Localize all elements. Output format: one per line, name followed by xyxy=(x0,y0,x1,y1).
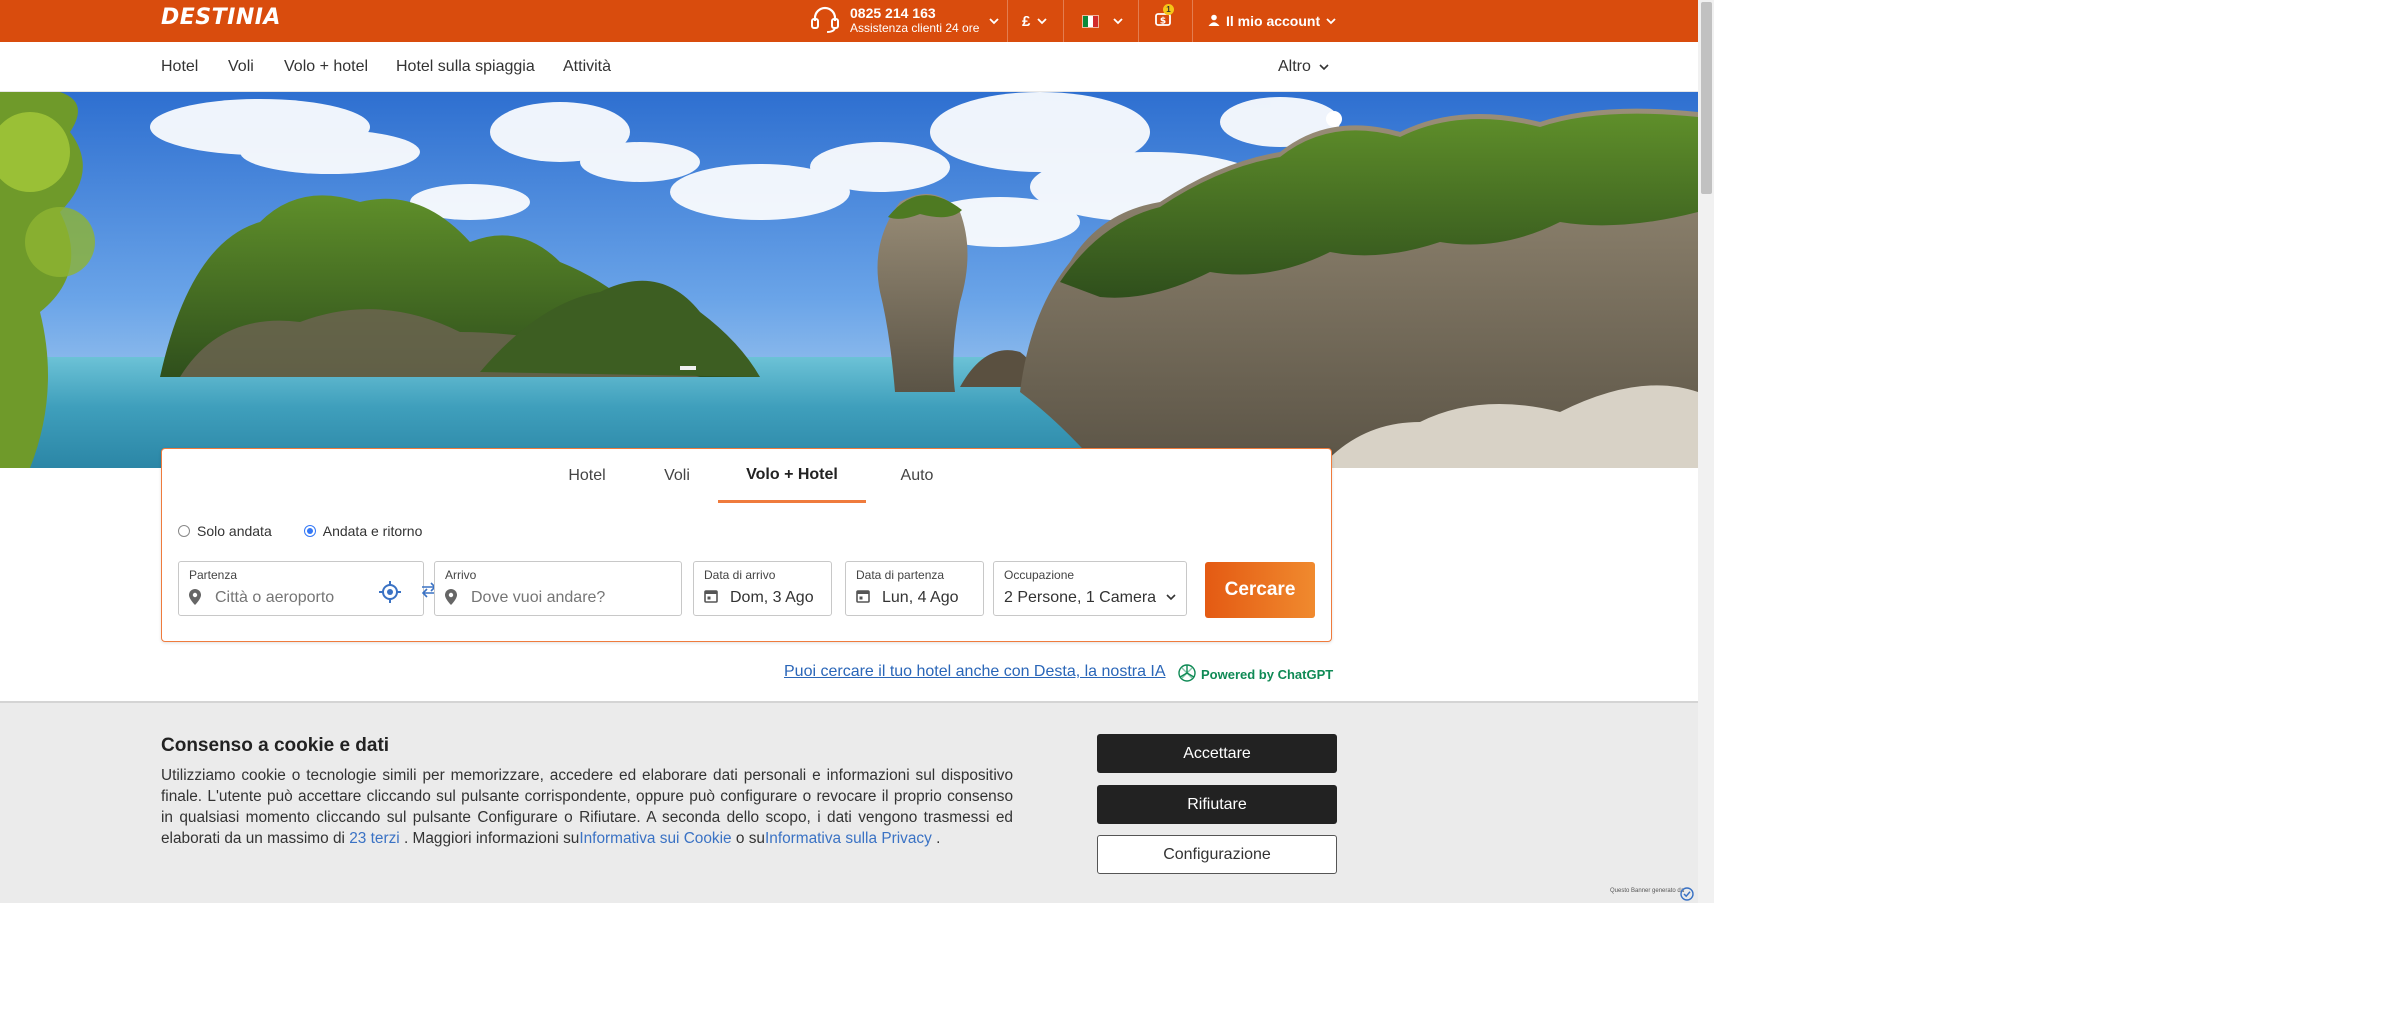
cookie-body-3: o su xyxy=(735,830,765,847)
search-panel: Hotel Voli Volo + Hotel Auto Solo andata… xyxy=(161,448,1332,642)
divider xyxy=(1138,0,1139,42)
reject-cookies-button[interactable]: Rifiutare xyxy=(1097,785,1337,824)
third-parties-link[interactable]: 23 terzi xyxy=(349,830,399,847)
radio-round-trip[interactable]: Andata e ritorno xyxy=(303,523,423,539)
nav-item-volo-hotel[interactable]: Volo + hotel xyxy=(284,42,368,92)
tab-volo-hotel[interactable]: Volo + Hotel xyxy=(718,449,866,503)
nav-item-voli[interactable]: Voli xyxy=(228,42,254,92)
chevron-down-icon xyxy=(1326,17,1336,25)
main-navigation: Hotel Voli Volo + hotel Hotel sulla spia… xyxy=(0,42,1698,92)
field-label: Partenza xyxy=(189,568,238,582)
occupancy-select[interactable]: Occupazione 2 Persone, 1 Camera xyxy=(993,561,1187,616)
destinia-logo[interactable]: DESTINIA xyxy=(161,5,281,30)
more-menu[interactable]: Altro xyxy=(1278,42,1329,92)
field-label: Data di partenza xyxy=(856,568,945,582)
top-bar: DESTINIA 0825 214 163 Assistenza clienti… xyxy=(0,0,1698,42)
user-icon xyxy=(1208,13,1220,29)
cookie-body-4: . xyxy=(936,830,941,847)
page: DESTINIA 0825 214 163 Assistenza clienti… xyxy=(0,0,2401,1033)
banner-footer-text: Questo Banner generato da xyxy=(1610,888,1685,894)
divider xyxy=(1063,0,1064,42)
chatgpt-icon xyxy=(1177,663,1201,686)
promotions-button[interactable]: $ 1 xyxy=(1155,0,1174,42)
tab-auto[interactable]: Auto xyxy=(887,449,947,503)
departure-input[interactable] xyxy=(215,589,375,607)
account-menu[interactable]: Il mio account xyxy=(1208,0,1336,42)
hero-image xyxy=(0,92,1698,468)
nav-item-attivita[interactable]: Attività xyxy=(563,42,611,92)
radio-label: Solo andata xyxy=(197,523,272,539)
nav-item-hotel[interactable]: Hotel xyxy=(161,42,198,92)
chevron-down-icon xyxy=(989,17,1000,25)
cookie-consent-banner: Consenso a cookie e dati Utilizziamo coo… xyxy=(0,701,1714,903)
cookie-policy-link[interactable]: Informativa sui Cookie xyxy=(579,830,731,847)
trip-type-options: Solo andata Andata e ritorno xyxy=(178,523,454,539)
radio-one-way[interactable]: Solo andata xyxy=(178,523,272,539)
divider xyxy=(1192,0,1193,42)
checkin-field[interactable]: Data di arrivo Dom, 3 Ago xyxy=(693,561,832,616)
ai-search-link[interactable]: Puoi cercare il tuo hotel anche con Dest… xyxy=(784,663,1166,681)
chevron-down-icon xyxy=(1113,17,1123,25)
headset-icon xyxy=(810,5,840,38)
radio-circle xyxy=(178,525,190,537)
privacy-policy-link[interactable]: Informativa sulla Privacy xyxy=(765,830,932,847)
tab-voli[interactable]: Voli xyxy=(647,449,707,503)
scrollbar-thumb[interactable] xyxy=(1701,2,1712,194)
cookie-body-2: . Maggiori informazioni su xyxy=(403,830,580,847)
more-label: Altro xyxy=(1278,58,1311,75)
customer-service-phone[interactable]: 0825 214 163 Assistenza clienti 24 ore xyxy=(810,2,1000,40)
hero-dot xyxy=(1326,111,1342,127)
browser-viewport: DESTINIA 0825 214 163 Assistenza clienti… xyxy=(0,0,1714,903)
tab-hotel[interactable]: Hotel xyxy=(557,449,617,503)
currency-symbol: £ xyxy=(1022,12,1031,30)
cookie-text: Utilizziamo cookie o tecnologie simili p… xyxy=(161,765,1013,849)
powered-label: Powered by ChatGPT xyxy=(1201,667,1334,682)
phone-number: 0825 214 163 xyxy=(850,5,936,21)
arrival-input[interactable] xyxy=(471,589,631,607)
accept-cookies-button[interactable]: Accettare xyxy=(1097,734,1337,773)
search-button[interactable]: Cercare xyxy=(1205,562,1315,618)
arrival-field[interactable]: Arrivo xyxy=(434,561,682,616)
shield-check-icon[interactable] xyxy=(1680,887,1694,903)
map-pin-icon xyxy=(445,589,457,610)
field-label: Arrivo xyxy=(445,568,477,582)
chevron-down-icon xyxy=(1319,63,1329,71)
calendar-icon xyxy=(856,589,870,608)
chevron-down-icon xyxy=(1166,594,1176,601)
map-pin-icon xyxy=(189,589,201,610)
notification-badge: 1 xyxy=(1163,4,1174,15)
calendar-icon xyxy=(704,589,718,608)
checkin-value: Dom, 3 Ago xyxy=(730,589,814,606)
checkout-value: Lun, 4 Ago xyxy=(882,589,959,606)
italy-flag-icon xyxy=(1082,14,1099,28)
powered-by-chatgpt: Powered by ChatGPT xyxy=(1177,663,1333,686)
radio-label: Andata e ritorno xyxy=(322,523,423,539)
svg-text:$: $ xyxy=(1160,17,1166,27)
locate-me-icon[interactable] xyxy=(379,581,401,608)
coupon-icon: $ 1 xyxy=(1155,4,1174,31)
nav-item-beach-hotels[interactable]: Hotel sulla spiaggia xyxy=(396,42,535,92)
language-selector[interactable] xyxy=(1082,0,1123,42)
chevron-down-icon xyxy=(1037,17,1047,25)
phone-caption: Assistenza clienti 24 ore xyxy=(850,21,980,35)
departure-field[interactable]: Partenza xyxy=(178,561,424,616)
field-label: Data di arrivo xyxy=(704,568,776,582)
account-label: Il mio account xyxy=(1226,13,1321,29)
cookie-title: Consenso a cookie e dati xyxy=(161,735,390,756)
occupancy-value: 2 Persone, 1 Camera xyxy=(1004,589,1157,606)
search-tabs: Hotel Voli Volo + Hotel Auto xyxy=(162,449,1331,503)
field-label: Occupazione xyxy=(1004,568,1075,582)
configure-cookies-button[interactable]: Configurazione xyxy=(1097,835,1337,874)
divider xyxy=(1007,0,1008,42)
radio-circle xyxy=(303,525,316,537)
checkout-field[interactable]: Data di partenza Lun, 4 Ago xyxy=(845,561,984,616)
currency-selector[interactable]: £ xyxy=(1022,0,1047,42)
